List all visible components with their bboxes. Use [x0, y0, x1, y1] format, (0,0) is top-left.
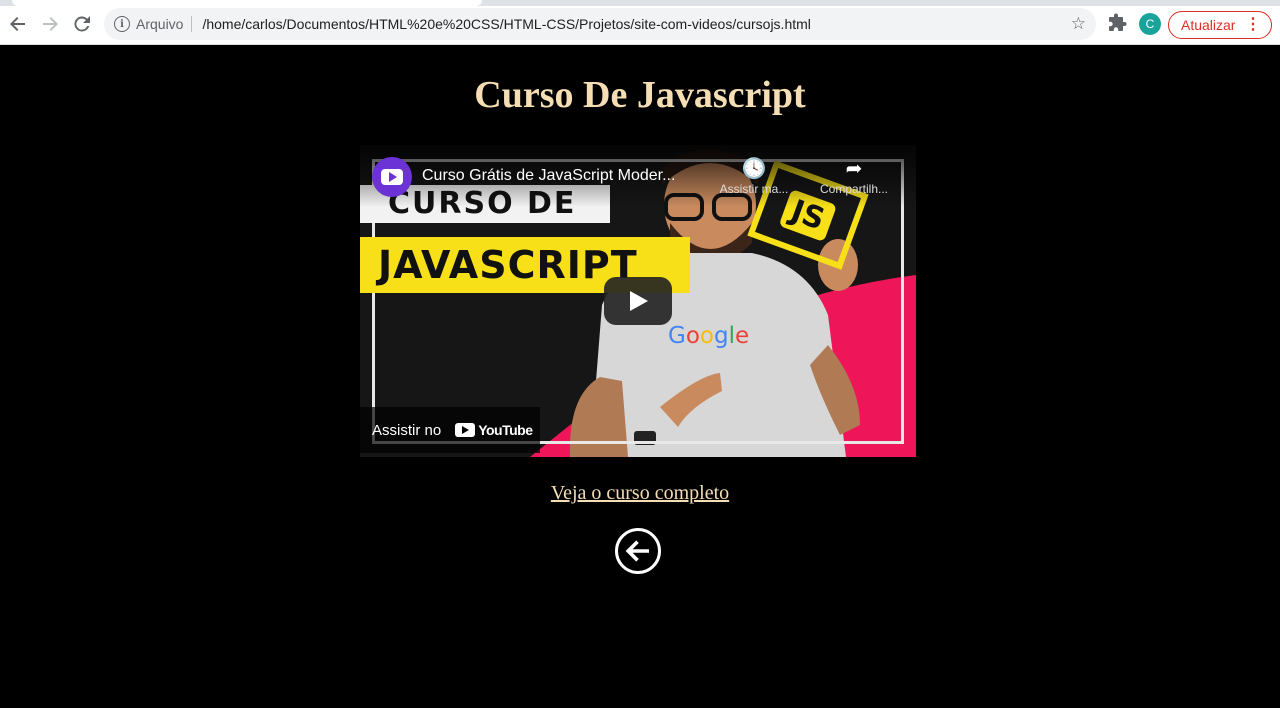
shirt-logo: Google — [668, 323, 750, 349]
youtube-play-icon — [455, 423, 476, 437]
reload-button[interactable] — [70, 12, 94, 36]
channel-avatar[interactable] — [372, 157, 412, 197]
security-label: Arquivo — [136, 16, 184, 32]
watch-later-button[interactable]: 🕓 Assistir ma... — [714, 157, 794, 196]
kebab-menu-icon[interactable]: ⋮ — [1245, 16, 1261, 34]
share-label: Compartilh... — [819, 182, 889, 196]
full-course-link[interactable]: Veja o curso completo — [0, 482, 1280, 505]
address-bar[interactable]: i Arquivo /home/carlos/Documentos/HTML%2… — [104, 8, 1096, 40]
watch-later-label: Assistir ma... — [719, 182, 789, 196]
channel-logo-icon — [381, 169, 403, 185]
url-text[interactable]: /home/carlos/Documentos/HTML%20e%20CSS/H… — [202, 16, 810, 32]
watch-on-youtube-button[interactable]: Assistir no YouTube — [360, 407, 540, 453]
circle-arrow-left-icon[interactable] — [614, 527, 662, 575]
reload-icon — [74, 16, 90, 32]
browser-toolbar: i Arquivo /home/carlos/Documentos/HTML%2… — [0, 0, 1280, 45]
youtube-wordmark: YouTube — [478, 422, 533, 438]
update-label: Atualizar — [1181, 17, 1236, 33]
youtube-video-embed[interactable]: CURSO DE JAVASCRIPT JS Google Curso Grát… — [360, 145, 916, 457]
address-separator — [191, 16, 193, 32]
active-tab[interactable] — [12, 0, 482, 6]
update-button[interactable]: Atualizar ⋮ — [1168, 11, 1272, 39]
clock-icon: 🕓 — [741, 158, 767, 180]
puzzle-icon[interactable] — [1108, 13, 1128, 33]
share-button[interactable]: ➦ Compartilh... — [814, 157, 894, 196]
forward-button[interactable] — [38, 12, 62, 36]
arrow-left-icon — [10, 17, 25, 31]
tab-strip — [0, 0, 1280, 6]
profile-avatar[interactable]: C — [1139, 13, 1161, 35]
youtube-logo: YouTube — [455, 422, 533, 438]
watch-on-label: Assistir no — [372, 421, 442, 439]
video-title[interactable]: Curso Grátis de JavaScript Moder... — [422, 167, 675, 185]
info-icon[interactable]: i — [114, 16, 130, 32]
page-title: Curso De Javascript — [474, 74, 806, 116]
arrow-right-icon — [43, 17, 58, 31]
star-icon[interactable]: ☆ — [1071, 14, 1086, 34]
play-button[interactable] — [604, 277, 672, 325]
share-icon: ➦ — [845, 158, 863, 180]
back-button[interactable] — [6, 12, 30, 36]
